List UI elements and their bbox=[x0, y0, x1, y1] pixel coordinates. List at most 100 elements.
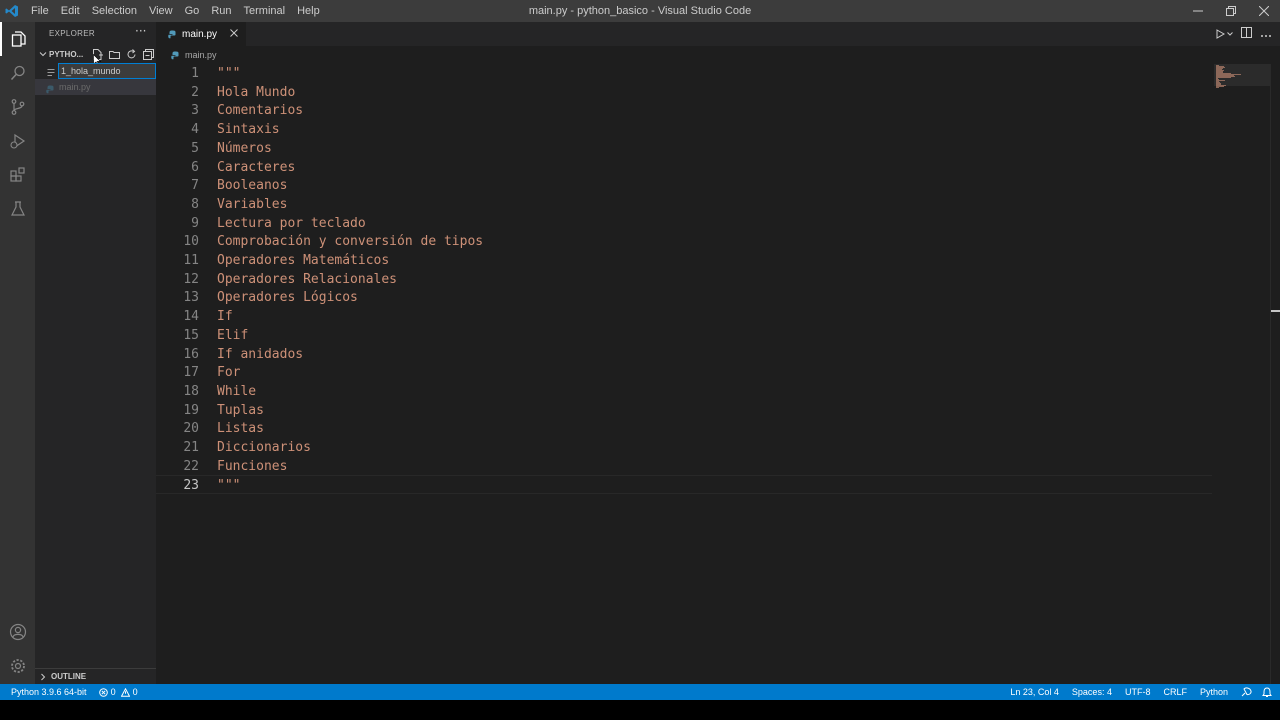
status-bar-right: Ln 23, Col 4 Spaces: 4 UTF-8 CRLF Python bbox=[1010, 684, 1280, 700]
line-number: 5 bbox=[191, 140, 199, 156]
code-line[interactable]: 18 While bbox=[156, 382, 1212, 401]
cursor-position-status[interactable]: Ln 23, Col 4 bbox=[1010, 687, 1059, 697]
account-icon[interactable] bbox=[0, 615, 35, 649]
menu-view[interactable]: View bbox=[143, 0, 179, 22]
editor-actions bbox=[1215, 22, 1272, 46]
code-text: Números bbox=[217, 140, 272, 156]
code-text: Comprobación y conversión de tipos bbox=[217, 234, 484, 250]
code-line[interactable]: 11 Operadores Matemáticos bbox=[156, 251, 1212, 270]
menu-terminal[interactable]: Terminal bbox=[238, 0, 292, 22]
code-text: Caracteres bbox=[217, 159, 296, 175]
close-tab-icon[interactable] bbox=[230, 26, 238, 40]
python-file-icon bbox=[46, 83, 55, 97]
menu-selection[interactable]: Selection bbox=[86, 0, 143, 22]
line-number: 12 bbox=[183, 271, 199, 287]
run-debug-icon[interactable] bbox=[0, 124, 35, 158]
error-count: 0 bbox=[110, 687, 116, 697]
encoding-status[interactable]: UTF-8 bbox=[1125, 687, 1151, 697]
menu-edit[interactable]: Edit bbox=[55, 0, 86, 22]
file-name-label: main.py bbox=[59, 82, 91, 92]
rename-filename-input[interactable]: 1_hola_mundo bbox=[58, 63, 156, 79]
code-line[interactable]: 9 Lectura por teclado bbox=[156, 214, 1212, 233]
code-text: Operadores Relacionales bbox=[217, 271, 398, 287]
code-line[interactable]: 6 Caracteres bbox=[156, 158, 1212, 177]
indentation-status[interactable]: Spaces: 4 bbox=[1072, 687, 1112, 697]
line-number: 3 bbox=[191, 103, 199, 119]
feedback-icon[interactable] bbox=[1241, 687, 1252, 697]
line-number: 16 bbox=[183, 346, 199, 362]
error-icon bbox=[98, 687, 108, 697]
code-text: """ bbox=[217, 478, 241, 494]
notifications-bell-icon[interactable] bbox=[1262, 686, 1272, 698]
line-number: 7 bbox=[191, 178, 199, 194]
line-number: 17 bbox=[183, 365, 199, 381]
code-line[interactable]: 4 Sintaxis bbox=[156, 120, 1212, 139]
close-window-button[interactable] bbox=[1247, 0, 1280, 22]
run-python-file-icon[interactable] bbox=[1215, 29, 1233, 39]
new-folder-icon[interactable] bbox=[108, 48, 121, 61]
minimap[interactable] bbox=[1212, 64, 1270, 684]
more-actions-icon[interactable] bbox=[1260, 27, 1272, 41]
menu-run[interactable]: Run bbox=[205, 0, 237, 22]
chevron-right-icon bbox=[39, 673, 47, 681]
sidebar-more-actions-button[interactable]: ··· bbox=[135, 24, 146, 38]
code-line[interactable]: 16 If anidados bbox=[156, 345, 1212, 364]
menu-go[interactable]: Go bbox=[179, 0, 206, 22]
minimize-button[interactable] bbox=[1181, 0, 1214, 22]
restore-button[interactable] bbox=[1214, 0, 1247, 22]
python-file-icon bbox=[168, 30, 177, 39]
extensions-icon[interactable] bbox=[0, 158, 35, 192]
line-number: 1 bbox=[191, 66, 199, 81]
explorer-icon[interactable] bbox=[0, 22, 35, 56]
collapse-all-icon[interactable] bbox=[142, 48, 155, 61]
split-editor-icon[interactable] bbox=[1241, 27, 1252, 41]
code-line[interactable]: 15 Elif bbox=[156, 326, 1212, 345]
code-line[interactable]: 2 Hola Mundo bbox=[156, 83, 1212, 102]
source-control-icon[interactable] bbox=[0, 90, 35, 124]
tab-main-py[interactable]: main.py bbox=[156, 22, 246, 46]
code-line[interactable]: 20 Listas bbox=[156, 419, 1212, 438]
breadcrumb: main.py bbox=[156, 46, 1280, 64]
code-text: Tuplas bbox=[217, 402, 264, 418]
line-number: 20 bbox=[183, 421, 199, 437]
workspace-folder-name: PYTHO... bbox=[49, 49, 84, 59]
vertical-scrollbar[interactable] bbox=[1270, 64, 1280, 684]
menu-file[interactable]: File bbox=[25, 0, 55, 22]
code-line[interactable]: 1 """ bbox=[156, 64, 1212, 83]
search-icon[interactable] bbox=[0, 56, 35, 90]
code-text: If anidados bbox=[217, 346, 304, 362]
code-line[interactable]: 10 Comprobación y conversión de tipos bbox=[156, 232, 1212, 251]
refresh-icon[interactable] bbox=[125, 48, 138, 61]
testing-flask-icon[interactable] bbox=[0, 192, 35, 226]
code-text: Lectura por teclado bbox=[217, 215, 366, 231]
code-line[interactable]: 21 Diccionarios bbox=[156, 438, 1212, 457]
code-line[interactable]: 17 For bbox=[156, 363, 1212, 382]
code-text: Listas bbox=[217, 421, 264, 437]
file-item-main-py[interactable]: main.py bbox=[35, 79, 156, 95]
code-line[interactable]: 22 Funciones bbox=[156, 457, 1212, 476]
code-line[interactable]: 23 """ bbox=[156, 475, 1212, 495]
problems-status[interactable]: 0 0 bbox=[98, 687, 138, 697]
code-editor[interactable]: 1 """ 2 Hola Mundo 3 Comentarios 4 Sintaxis 5 Núm… bbox=[156, 64, 1212, 684]
code-line[interactable]: 19 Tuplas bbox=[156, 401, 1212, 420]
code-line[interactable]: 5 Números bbox=[156, 139, 1212, 158]
language-mode-status[interactable]: Python bbox=[1200, 687, 1228, 697]
code-text: Diccionarios bbox=[217, 440, 311, 455]
settings-gear-icon[interactable] bbox=[0, 649, 35, 683]
code-line[interactable]: 3 Comentarios bbox=[156, 101, 1212, 120]
python-interpreter-status[interactable]: Python 3.9.6 64-bit bbox=[11, 687, 87, 697]
code-line[interactable]: 12 Operadores Relacionales bbox=[156, 270, 1212, 289]
outline-section-header[interactable]: OUTLINE bbox=[35, 668, 156, 684]
line-number: 14 bbox=[183, 309, 199, 325]
line-number: 4 bbox=[191, 122, 199, 138]
code-line[interactable]: 13 Operadores Lógicos bbox=[156, 288, 1212, 307]
window-controls bbox=[1181, 0, 1280, 22]
line-number: 15 bbox=[183, 327, 199, 343]
code-line[interactable]: 7 Booleanos bbox=[156, 176, 1212, 195]
breadcrumb-file[interactable]: main.py bbox=[185, 50, 217, 60]
eol-status[interactable]: CRLF bbox=[1163, 687, 1187, 697]
menu-help[interactable]: Help bbox=[291, 0, 326, 22]
code-text: Operadores Matemáticos bbox=[217, 253, 390, 268]
code-line[interactable]: 14 If bbox=[156, 307, 1212, 326]
code-line[interactable]: 8 Variables bbox=[156, 195, 1212, 214]
